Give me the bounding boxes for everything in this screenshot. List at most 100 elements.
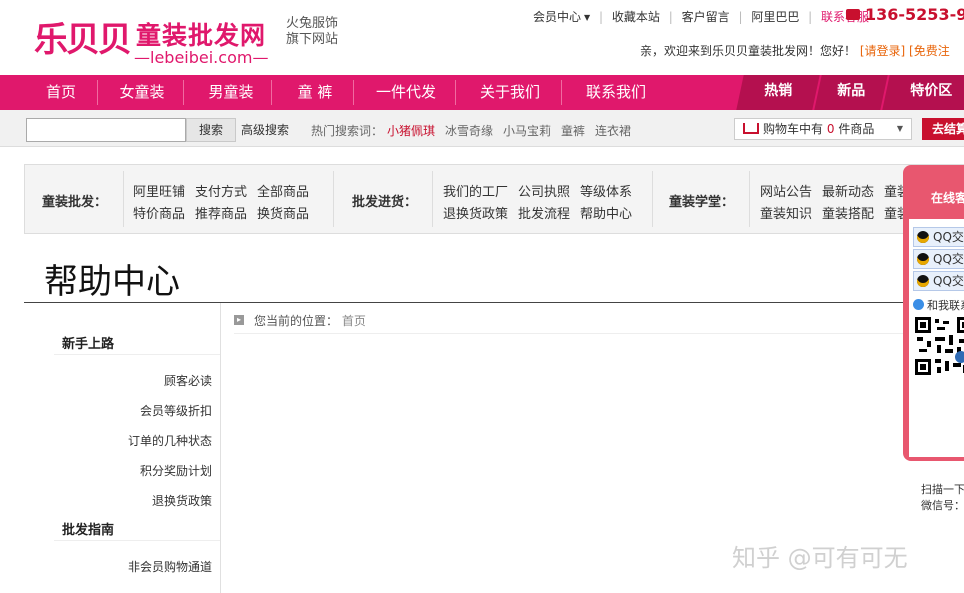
chat-bubble-icon [913,299,924,310]
member-center-link[interactable]: 会员中心 ▼ [528,8,595,25]
nav-item-boys[interactable]: 男童装 [190,75,272,110]
category-link[interactable]: 网站公告 [760,181,812,200]
category-link[interactable]: 等级体系 [580,181,632,200]
qq-label: QQ交谈 [933,274,964,288]
logo-tagline: 火兔服饰 旗下网站 [286,16,346,48]
title-divider [24,302,964,303]
tab-special-label: 特价区 [910,83,953,99]
member-center-label: 会员中心 [533,10,582,24]
category-divider [749,171,750,227]
category-link[interactable]: 退换货政策 [443,203,508,222]
message-link[interactable]: 客户留言 [677,8,735,25]
caret-down-icon: ▼ [896,124,903,133]
nav-item-girls[interactable]: 女童装 [104,75,180,110]
category-head-wholesale: 童装批发： [42,195,108,210]
cart-summary[interactable]: 购物车中有 0 件商品 ▼ [734,118,912,140]
nav-item-contact[interactable]: 联系我们 [568,75,664,110]
hot-keyword[interactable]: 冰雪奇缘 [445,122,493,139]
sidebar-item[interactable]: 订单的几种状态 [128,432,212,449]
divider: | [738,10,743,24]
nav-divider [561,80,562,105]
breadcrumb-home-link[interactable]: 首页 [342,314,366,328]
nav-item-home[interactable]: 首页 [28,75,94,110]
contact-me-link[interactable]: 和我联系 [913,297,964,313]
category-link[interactable]: 帮助中心 [580,203,632,222]
category-link[interactable]: 童装搭配 [822,203,874,222]
service-title: 在线客服 [931,191,964,205]
scan-hint: 扫描一下 [921,483,964,496]
sidebar-item[interactable]: 积分奖励计划 [140,462,212,479]
search-button[interactable]: 搜索 [186,118,236,142]
search-bar: 搜索 高级搜索 热门搜索词： 小猪佩琪 冰雪奇缘 小马宝莉 童裤 连衣裙 购物车… [0,110,964,147]
sidebar-item[interactable]: 会员等级折扣 [140,402,212,419]
sidebar-divider-line [54,354,220,355]
category-link[interactable]: 童装知识 [760,203,812,222]
sidebar-item[interactable]: 非会员购物通道 [128,558,212,575]
category-link[interactable]: 特价商品 [133,203,185,222]
hot-search-label: 热门搜索词： [311,124,384,138]
login-link[interactable]: [请登录] [860,44,905,58]
checkout-button[interactable]: 去结算 [922,118,964,140]
alibaba-link[interactable]: 阿里巴巴 [746,8,804,25]
qq-chat-button[interactable]: QQ交谈 [913,249,964,269]
advanced-search-link[interactable]: 高级搜索 [241,121,289,138]
tagline-line2: 旗下网站 [286,32,339,47]
breadcrumb-divider [234,333,964,334]
nav-item-about[interactable]: 关于我们 [462,75,558,110]
site-logo[interactable]: 乐贝贝 童装批发网 —lebeibei.com— 火兔服饰 旗下网站 [34,6,338,70]
nav-divider [353,80,354,105]
top-links: 会员中心▼ | 收藏本站 | 客户留言 | 阿里巴巴 | 联系客服 [528,8,874,26]
category-link[interactable]: 批发流程 [518,203,570,222]
divider: | [599,10,604,24]
cart-prefix: 购物车中有 [763,122,824,136]
breadcrumb-arrow-icon: ▸ [234,315,244,325]
category-divider [123,171,124,227]
tab-hot-sale-label: 热销 [764,83,793,99]
category-link[interactable]: 全部商品 [257,181,309,200]
bookmark-link[interactable]: 收藏本站 [607,8,665,25]
category-link[interactable]: 阿里旺铺 [133,181,185,200]
nav-item-pants[interactable]: 童 裤 [278,75,352,110]
breadcrumb: 您当前的位置： 首页 [254,312,366,329]
online-service-panel: 在线客服 QQ交谈 QQ交谈 QQ交谈 和我联系 扫描一下 微信号：F [903,165,964,512]
logo-title: 童装批发网 [136,21,267,50]
logo-domain: —lebeibei.com— [134,48,269,67]
qq-chat-button[interactable]: QQ交谈 [913,271,964,291]
hotline-number: 136-5253-919 [865,5,964,24]
wechat-id: 微信号：F [921,499,964,512]
category-link[interactable]: 公司执照 [518,181,570,200]
qq-label: QQ交谈 [933,252,964,266]
sidebar-section-title: 新手上路 [62,337,115,352]
tab-special[interactable]: 特价区 [882,75,964,110]
sidebar-item[interactable]: 退换货政策 [152,492,212,509]
category-divider [652,171,653,227]
cart-count: 0 [826,122,835,136]
cart-suffix: 件商品 [838,122,875,136]
category-link[interactable]: 最新动态 [822,181,874,200]
tab-new-label: 新品 [837,83,866,99]
category-link[interactable]: 推荐商品 [195,203,247,222]
tab-hot-sale[interactable]: 热销 [736,75,820,110]
qq-chat-button[interactable]: QQ交谈 [913,227,964,247]
category-link[interactable]: 支付方式 [195,181,247,200]
page-title: 帮助中心 [44,262,180,302]
divider: | [668,10,673,24]
tab-new[interactable]: 新品 [814,75,888,110]
phone-icon [846,9,860,20]
hot-keyword[interactable]: 小马宝莉 [503,122,551,139]
category-head-purchase: 批发进货： [352,195,418,210]
hot-keyword[interactable]: 童裤 [561,122,585,139]
register-link[interactable]: [免费注 [909,44,950,58]
search-input[interactable] [26,118,186,142]
hotline: 136-5253-919 [846,5,964,24]
hot-keyword[interactable]: 连衣裙 [595,122,631,139]
category-link[interactable]: 我们的工厂 [443,181,508,200]
hot-keyword[interactable]: 小猪佩琪 [387,122,435,139]
category-panel: 童装批发： 阿里旺铺 支付方式 全部商品 特价商品 推荐商品 换货商品 批发进货… [24,164,964,234]
nav-item-dropship[interactable]: 一件代发 [360,75,452,110]
sidebar-item[interactable]: 顾客必读 [164,372,212,389]
main-nav: 首页 女童装 男童装 童 裤 一件代发 关于我们 联系我们 热销 新品 特价区 [0,75,964,110]
qq-penguin-icon [917,275,929,287]
category-link[interactable]: 换货商品 [257,203,309,222]
cart-icon [743,123,759,134]
